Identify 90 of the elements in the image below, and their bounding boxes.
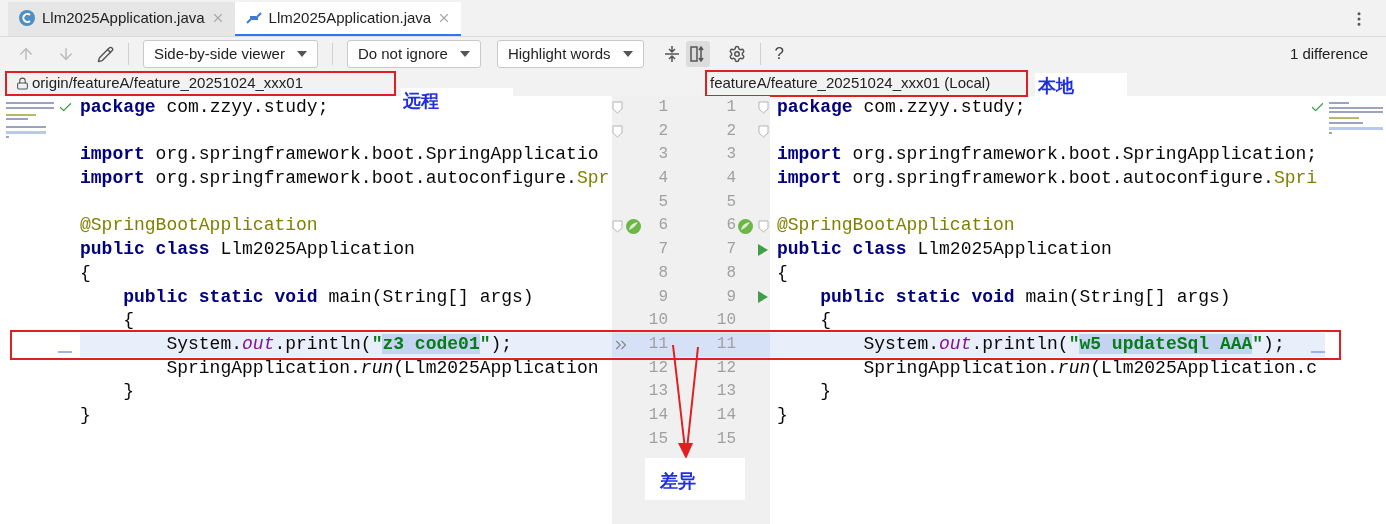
code-line: import org.springframework.boot.autoconfigure.Spri bbox=[777, 167, 1318, 191]
settings-icon[interactable] bbox=[727, 45, 746, 63]
line-number: 3 bbox=[657, 144, 668, 166]
sync-scroll-icon bbox=[689, 45, 706, 63]
file-tab[interactable]: Llm2025Application.java bbox=[8, 2, 235, 36]
sync-scroll-toggle[interactable] bbox=[685, 41, 710, 67]
edit-icon[interactable] bbox=[97, 45, 114, 63]
line-number: 8 bbox=[657, 262, 668, 284]
line-number: 14 bbox=[647, 404, 668, 426]
code-line: { bbox=[80, 262, 91, 283]
code-line: import org.springframework.boot.SpringApplicatio bbox=[80, 144, 599, 165]
line-number: 11 bbox=[647, 333, 668, 355]
code-line: import org.springframework.boot.autoconfigure.Spr bbox=[80, 168, 610, 189]
line-number: 14 bbox=[715, 404, 736, 426]
line-number: 15 bbox=[647, 428, 668, 450]
change-mark bbox=[1311, 350, 1325, 353]
code-line: @SpringBootApplication bbox=[80, 215, 318, 236]
line-number: 5 bbox=[725, 191, 736, 213]
annotation-label: 差异 bbox=[645, 458, 745, 500]
code-line: } bbox=[80, 404, 91, 425]
help-button[interactable]: ? bbox=[774, 41, 784, 67]
code-line: package com.zzyy.study; bbox=[777, 96, 1026, 119]
code-line: import org.springframework.boot.SpringApplication; bbox=[777, 143, 1318, 167]
code-line: } bbox=[819, 380, 831, 404]
line-number: 15 bbox=[715, 428, 736, 450]
line-number: 4 bbox=[657, 168, 668, 190]
pane-title: featureA/feature_20251024_xxx01 (Local) bbox=[710, 73, 991, 94]
bean-icon[interactable] bbox=[737, 217, 754, 235]
line-number: 1 bbox=[657, 97, 668, 118]
code-line: @SpringBootApplication bbox=[777, 214, 1015, 238]
code-line: { bbox=[122, 310, 134, 331]
line-number: 5 bbox=[657, 191, 668, 213]
caret-icon bbox=[622, 51, 633, 57]
line-number: 1 bbox=[725, 97, 736, 118]
difference-count: 1 difference bbox=[1289, 43, 1368, 64]
fold-icon[interactable] bbox=[758, 125, 769, 139]
code-line: System.out.println("w5 updateSql AAA"); bbox=[862, 332, 1285, 356]
run-icon[interactable] bbox=[757, 290, 769, 305]
code-line: } bbox=[122, 381, 134, 402]
line-number: 2 bbox=[657, 120, 668, 142]
line-number: 9 bbox=[725, 286, 736, 308]
line-number: 10 bbox=[715, 310, 736, 332]
fold-icon[interactable] bbox=[612, 101, 623, 115]
line-number: 6 bbox=[657, 215, 668, 237]
line-number: 13 bbox=[647, 381, 668, 403]
line-number: 12 bbox=[715, 357, 736, 379]
dropdown-button[interactable]: Side-by-side viewer bbox=[143, 40, 318, 68]
code-line: public static void main(String[] args) bbox=[819, 285, 1231, 309]
line-number: 11 bbox=[715, 333, 736, 355]
caret-icon bbox=[459, 51, 470, 57]
bean-icon[interactable] bbox=[625, 217, 642, 235]
next-difference-icon[interactable] bbox=[57, 45, 75, 63]
code-line: System.out.println("z3 code01"); bbox=[165, 333, 513, 354]
caret-icon bbox=[296, 51, 307, 57]
fold-icon[interactable] bbox=[612, 125, 623, 139]
fold-icon[interactable] bbox=[612, 219, 623, 233]
code-line: package com.zzyy.study; bbox=[80, 97, 329, 117]
class-file-icon bbox=[18, 9, 36, 27]
code-line: public static void main(String[] args) bbox=[122, 286, 534, 307]
line-number: 9 bbox=[657, 286, 668, 308]
code-line: SpringApplication.run(Llm2025Application.c bbox=[862, 356, 1318, 380]
line-number: 8 bbox=[725, 262, 736, 284]
fold-icon[interactable] bbox=[758, 219, 769, 233]
code-line: { bbox=[777, 261, 788, 285]
file-tab[interactable]: Llm2025Application.java bbox=[234, 2, 462, 36]
fold-icon[interactable] bbox=[758, 101, 769, 115]
line-number: 4 bbox=[725, 168, 736, 190]
line-number: 7 bbox=[657, 239, 668, 261]
code-line: public class Llm2025Application bbox=[777, 238, 1112, 262]
line-number: 7 bbox=[725, 239, 736, 261]
minimap-drawing bbox=[1329, 102, 1383, 134]
line-number: 13 bbox=[715, 381, 736, 403]
collapse-icon[interactable] bbox=[663, 45, 680, 63]
dropdown-button[interactable]: Highlight words bbox=[496, 40, 644, 68]
run-icon[interactable] bbox=[757, 242, 769, 257]
line-number: 2 bbox=[725, 120, 736, 142]
code-line: { bbox=[819, 309, 831, 333]
line-number: 12 bbox=[647, 357, 668, 379]
previous-difference-icon[interactable] bbox=[17, 45, 35, 63]
line-number: 3 bbox=[725, 144, 736, 166]
pane-title: origin/featureA/feature_20251024_xxx01 bbox=[32, 73, 304, 94]
dropdown-button[interactable]: Do not ignore bbox=[346, 40, 481, 68]
minimap-drawing bbox=[6, 102, 54, 138]
line-number: 10 bbox=[647, 310, 668, 332]
line-number: 6 bbox=[725, 215, 736, 237]
annotation-label: 本地 bbox=[1035, 73, 1127, 99]
code-line: SpringApplication.run(Llm2025Application bbox=[165, 357, 599, 378]
lock-icon bbox=[16, 77, 29, 90]
code-line: } bbox=[777, 403, 788, 427]
code-line: public class Llm2025Application bbox=[80, 239, 415, 260]
